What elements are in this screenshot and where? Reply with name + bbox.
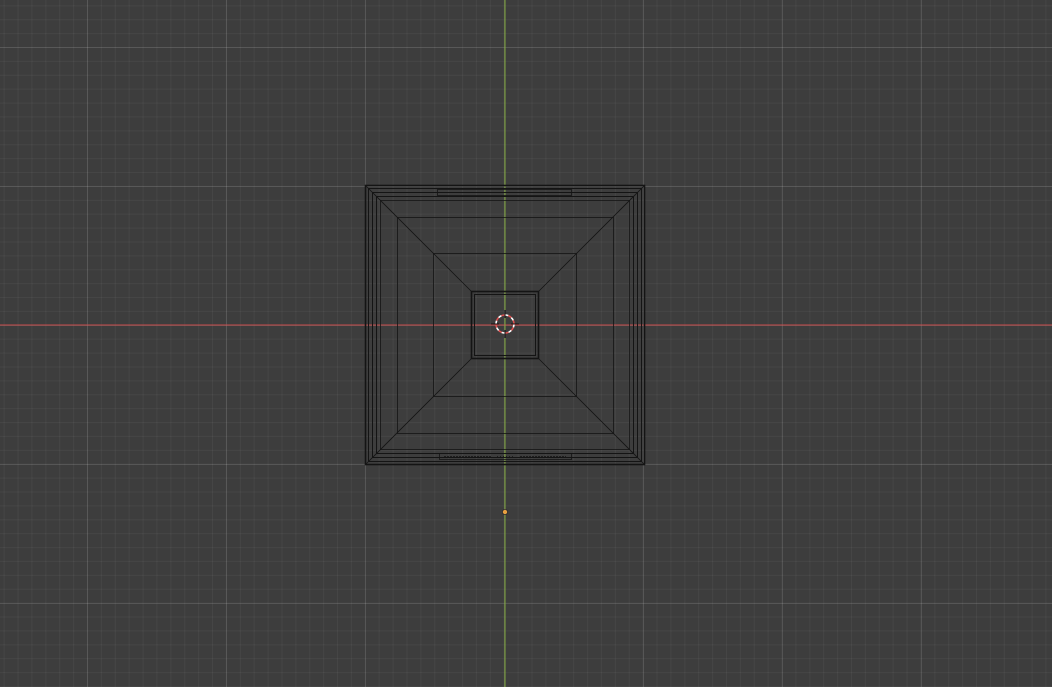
3d-viewport[interactable]	[0, 0, 1052, 687]
mesh-diagonal-tl	[365, 185, 473, 293]
viewport-canvas[interactable]	[0, 0, 1052, 687]
mesh-diagonal-tr	[537, 185, 645, 293]
mesh-diagonal-bl	[365, 357, 473, 465]
object-origin-icon[interactable]	[501, 508, 508, 515]
mesh-diagonal-br	[537, 357, 645, 465]
